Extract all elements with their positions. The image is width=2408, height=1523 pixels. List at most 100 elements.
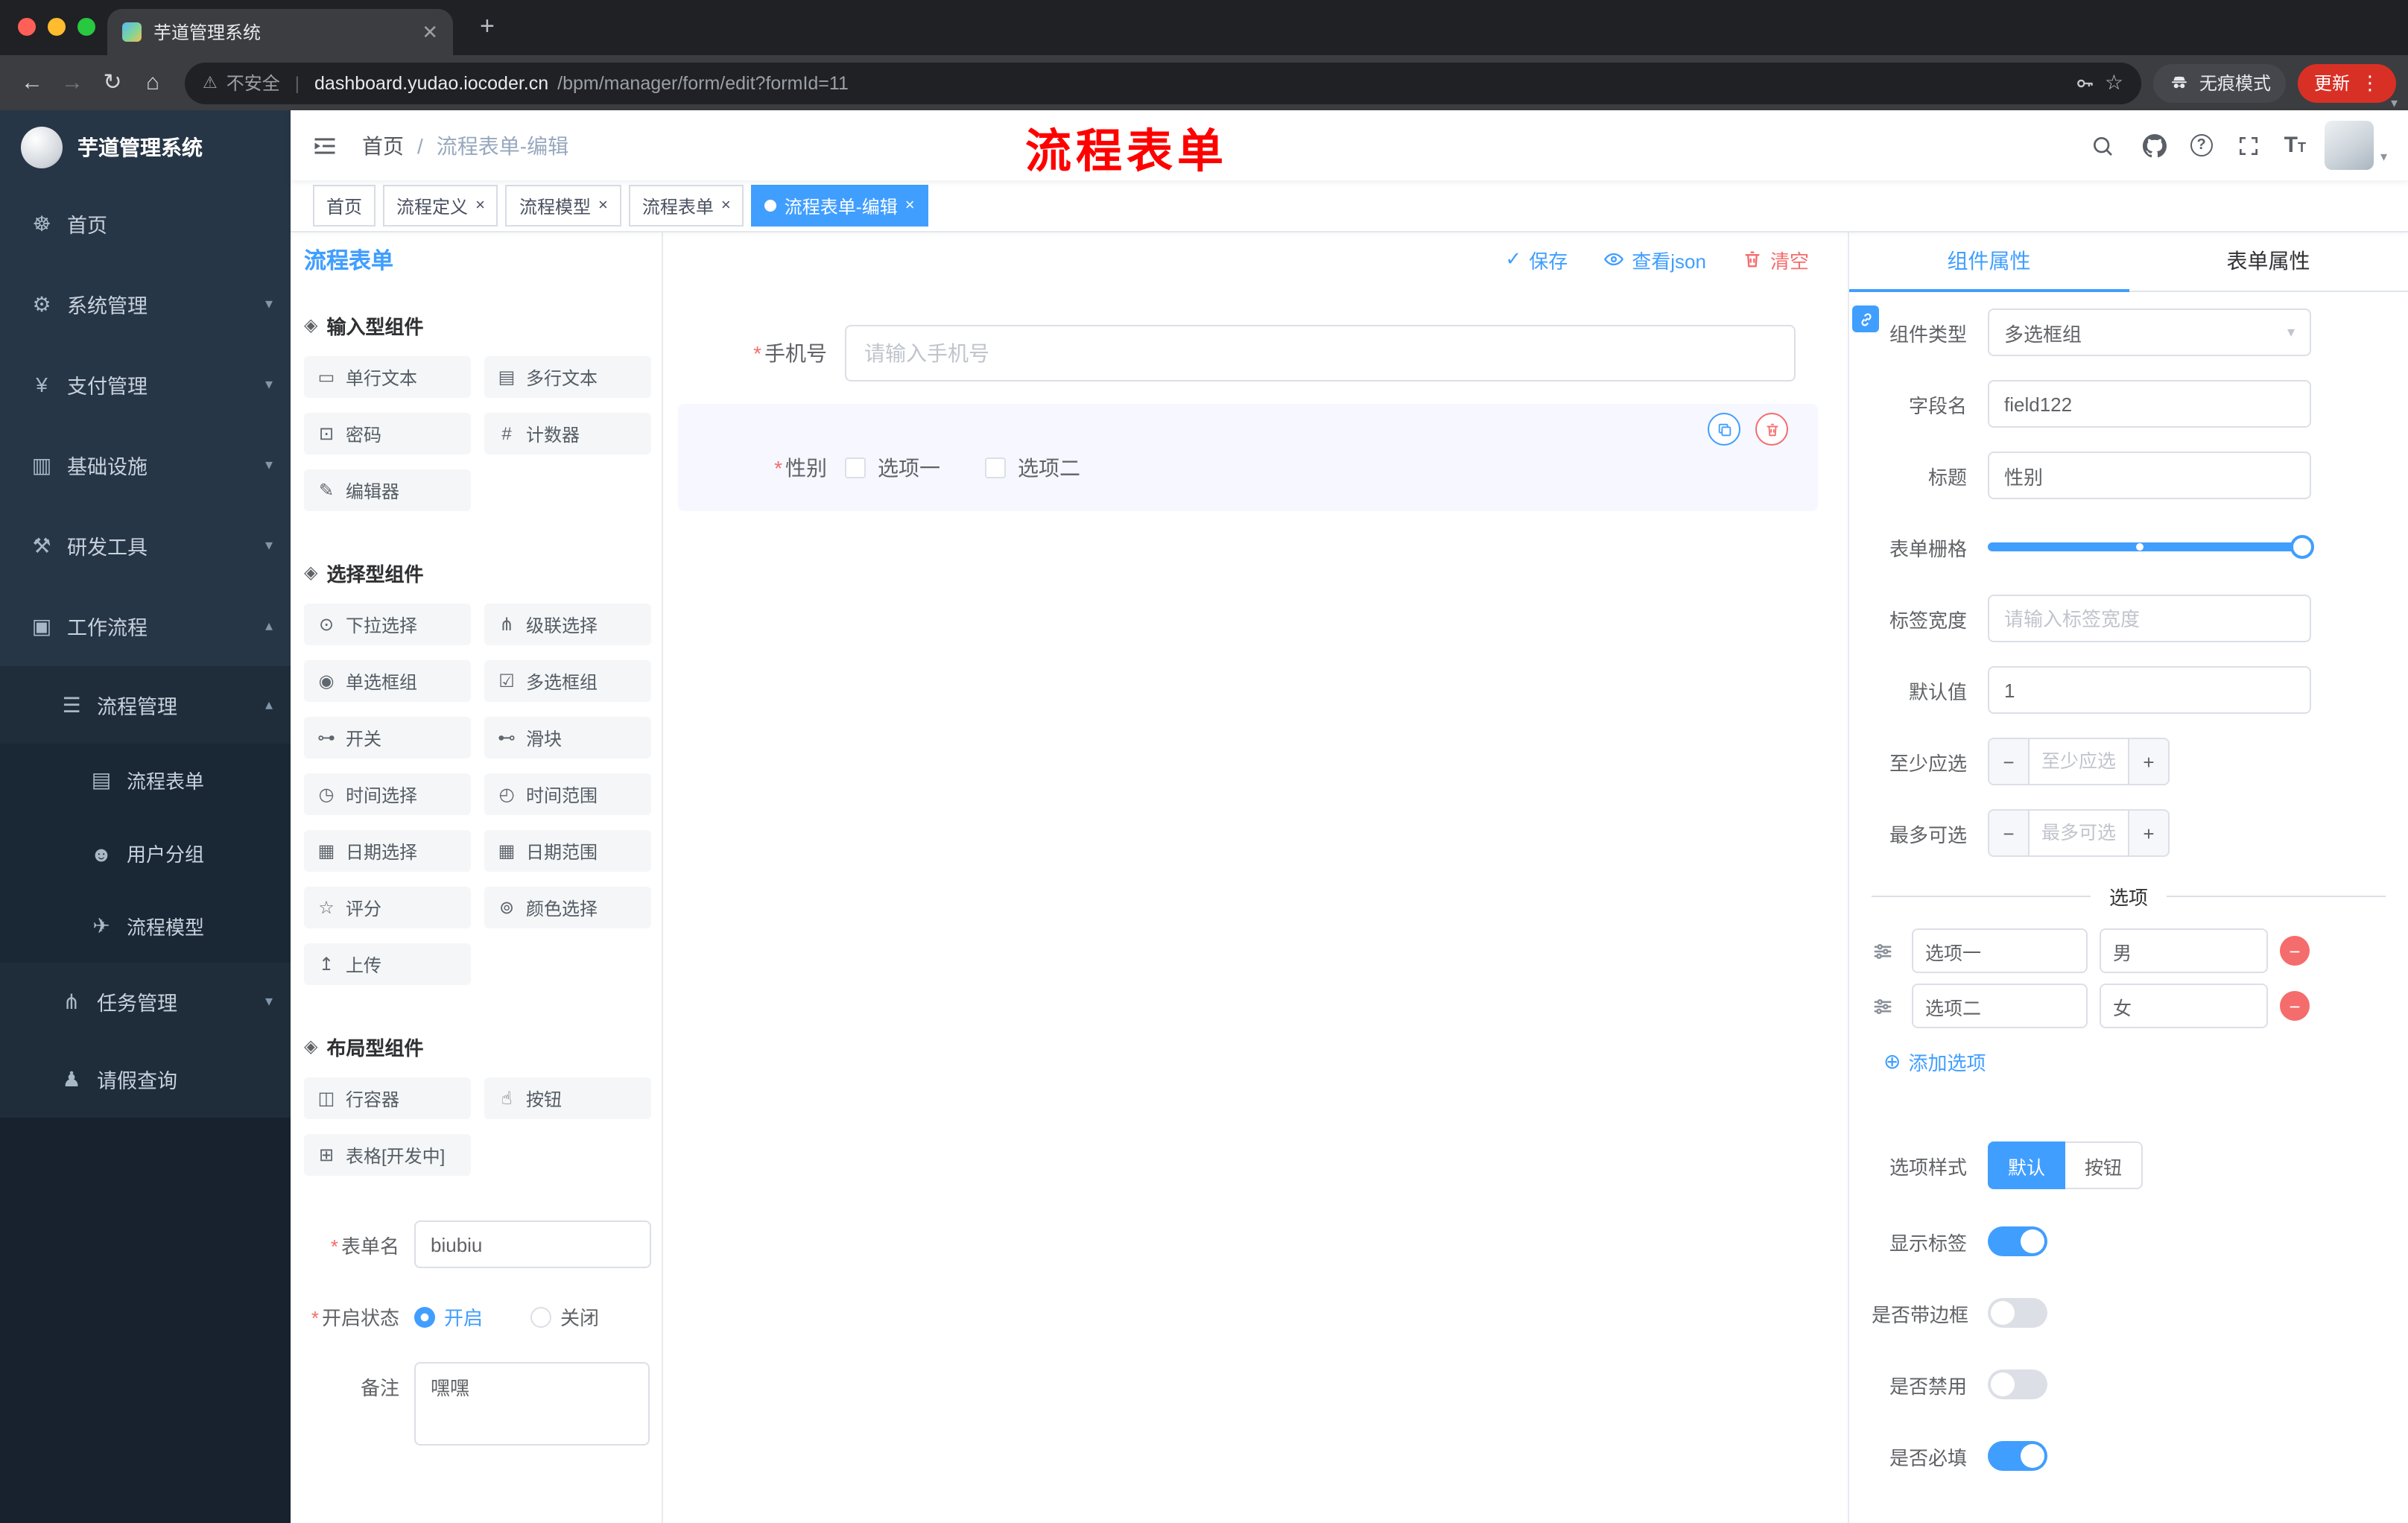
checkbox-option-2[interactable]: 选项二 [985, 453, 1080, 483]
palette-item-time-picker[interactable]: ◷ 时间选择 [304, 773, 471, 815]
address-bar[interactable]: ⚠ 不安全 | dashboard.yudao.iocoder.cn /bpm/… [185, 62, 2141, 104]
palette-item-table[interactable]: ⊞ 表格[开发中] [304, 1134, 471, 1176]
tab-form-props[interactable]: 表单属性 [2129, 231, 2408, 291]
sidebar-item-process-form[interactable]: ▤ 流程表单 [0, 744, 291, 817]
tag-process-form-edit[interactable]: 流程表单-编辑 × [751, 185, 928, 227]
bookmark-star-icon[interactable]: ☆ [2105, 70, 2123, 95]
default-value-input[interactable] [1988, 666, 2311, 714]
window-minimize-button[interactable] [48, 18, 66, 36]
browser-tab[interactable]: 芋道管理系统 ✕ [107, 9, 453, 55]
help-icon[interactable]: ? [2190, 134, 2213, 156]
sidebar-item-infrastructure[interactable]: ▥ 基础设施 ▾ [0, 425, 291, 505]
form-name-input[interactable] [414, 1220, 651, 1268]
border-switch[interactable] [1988, 1298, 2047, 1328]
checkbox-option-1[interactable]: 选项一 [845, 453, 940, 483]
required-switch[interactable] [1988, 1441, 2047, 1471]
avatar[interactable] [2325, 121, 2374, 170]
view-json-button[interactable]: 查看json [1603, 245, 1706, 273]
forward-icon[interactable]: → [52, 72, 92, 94]
option-value-input[interactable] [2100, 984, 2268, 1028]
tag-process-model[interactable]: 流程模型 × [505, 185, 621, 227]
sidebar-item-user-group[interactable]: ☻ 用户分组 [0, 817, 291, 890]
tab-close-icon[interactable]: ✕ [422, 22, 438, 42]
doc-link-icon[interactable] [1852, 305, 1879, 332]
window-close-button[interactable] [18, 18, 36, 36]
drag-handle-icon[interactable] [1872, 940, 1894, 962]
user-menu[interactable]: ▾ [2325, 121, 2387, 170]
palette-item-radio-group[interactable]: ◉ 单选框组 [304, 660, 471, 702]
browser-menu-icon[interactable]: ⋮ [2360, 73, 2380, 92]
home-icon[interactable]: ⌂ [133, 72, 173, 94]
show-label-switch[interactable] [1988, 1226, 2047, 1256]
sidebar-item-payment-management[interactable]: ¥ 支付管理 ▾ [0, 344, 291, 425]
sidebar-item-process-model[interactable]: ✈ 流程模型 [0, 890, 291, 963]
sidebar-item-task-management[interactable]: ⋔ 任务管理 ▾ [0, 963, 291, 1040]
palette-item-cascader[interactable]: ⋔ 级联选择 [484, 604, 651, 645]
drag-handle-icon[interactable] [1872, 995, 1894, 1017]
toolbar-chevron-icon[interactable]: ▾ [2391, 95, 2398, 112]
window-zoom-button[interactable] [77, 18, 95, 36]
palette-item-rate[interactable]: ☆ 评分 [304, 887, 471, 928]
tag-process-form[interactable]: 流程表单 × [628, 185, 744, 227]
close-icon[interactable]: × [598, 197, 608, 214]
palette-item-select[interactable]: ⊙ 下拉选择 [304, 604, 471, 645]
label-width-input[interactable] [1988, 595, 2311, 642]
status-radio-on[interactable]: 开启 [414, 1302, 483, 1331]
add-option-button[interactable]: ⊕ 添加选项 [1883, 1043, 2408, 1079]
field-name-input[interactable] [1988, 380, 2311, 428]
sidebar-toggle-icon[interactable] [311, 132, 338, 159]
remark-textarea[interactable]: 嘿嘿 [414, 1362, 650, 1446]
slider-handle[interactable] [2290, 535, 2314, 559]
component-type-select[interactable]: 多选框组 ▾ [1988, 308, 2311, 356]
sidebar-item-home[interactable]: ☸ 首页 [0, 183, 291, 264]
sidebar-item-process-management[interactable]: ☰ 流程管理 ▴ [0, 666, 291, 744]
palette-item-upload[interactable]: ↥ 上传 [304, 943, 471, 985]
minus-button[interactable]: − [1989, 811, 2030, 855]
palette-item-color-picker[interactable]: ⊚ 颜色选择 [484, 887, 651, 928]
back-icon[interactable]: ← [12, 72, 52, 94]
sidebar-item-leave-query[interactable]: ♟ 请假查询 [0, 1040, 291, 1118]
clear-button[interactable]: 清空 [1742, 245, 1809, 273]
font-size-icon[interactable]: TT [2284, 134, 2306, 156]
option-value-input[interactable] [2100, 928, 2268, 973]
sidebar-item-workflow[interactable]: ▣ 工作流程 ▴ [0, 586, 291, 666]
reload-icon[interactable]: ↻ [92, 72, 133, 94]
style-default-button[interactable]: 默认 [1988, 1142, 2065, 1189]
remove-option-button[interactable]: − [2280, 936, 2310, 966]
min-select-input[interactable] [2030, 739, 2128, 784]
palette-item-checkbox-group[interactable]: ☑ 多选框组 [484, 660, 651, 702]
field-row-gender-selected[interactable]: * 性别 选项一 选项二 [678, 404, 1818, 511]
disabled-switch[interactable] [1988, 1370, 2047, 1399]
sidebar-item-dev-tools[interactable]: ⚒ 研发工具 ▾ [0, 505, 291, 586]
palette-item-row-container[interactable]: ◫ 行容器 [304, 1077, 471, 1119]
phone-input[interactable] [845, 325, 1796, 381]
save-button[interactable]: ✓ 保存 [1505, 245, 1568, 273]
github-icon[interactable] [2138, 129, 2171, 162]
palette-item-slider[interactable]: ⊷ 滑块 [484, 717, 651, 759]
close-icon[interactable]: × [905, 197, 915, 214]
close-icon[interactable]: × [721, 197, 731, 214]
palette-item-button[interactable]: ☝ 按钮 [484, 1077, 651, 1119]
option-label-input[interactable] [1912, 984, 2088, 1028]
option-label-input[interactable] [1912, 928, 2088, 973]
breadcrumb-home[interactable]: 首页 [362, 130, 404, 160]
sidebar-item-system-management[interactable]: ⚙ 系统管理 ▾ [0, 264, 291, 344]
plus-button[interactable]: + [2128, 739, 2168, 784]
copy-component-button[interactable] [1708, 413, 1740, 446]
palette-item-switch[interactable]: ⊶ 开关 [304, 717, 471, 759]
search-icon[interactable] [2086, 129, 2119, 162]
checkbox-box[interactable] [985, 457, 1006, 478]
title-input[interactable] [1988, 452, 2311, 499]
palette-item-single-text[interactable]: ▭ 单行文本 [304, 356, 471, 398]
checkbox-box[interactable] [845, 457, 866, 478]
style-button-button[interactable]: 按钮 [2065, 1142, 2143, 1189]
tab-component-props[interactable]: 组件属性 [1849, 231, 2129, 292]
palette-item-editor[interactable]: ✎ 编辑器 [304, 469, 471, 511]
palette-item-date-range[interactable]: ▦ 日期范围 [484, 830, 651, 872]
plus-button[interactable]: + [2128, 811, 2168, 855]
minus-button[interactable]: − [1989, 739, 2030, 784]
close-icon[interactable]: × [475, 197, 485, 214]
max-select-input[interactable] [2030, 811, 2128, 855]
browser-update-button[interactable]: 更新 ⋮ [2297, 63, 2396, 102]
field-row-phone[interactable]: * 手机号 [678, 311, 1818, 395]
